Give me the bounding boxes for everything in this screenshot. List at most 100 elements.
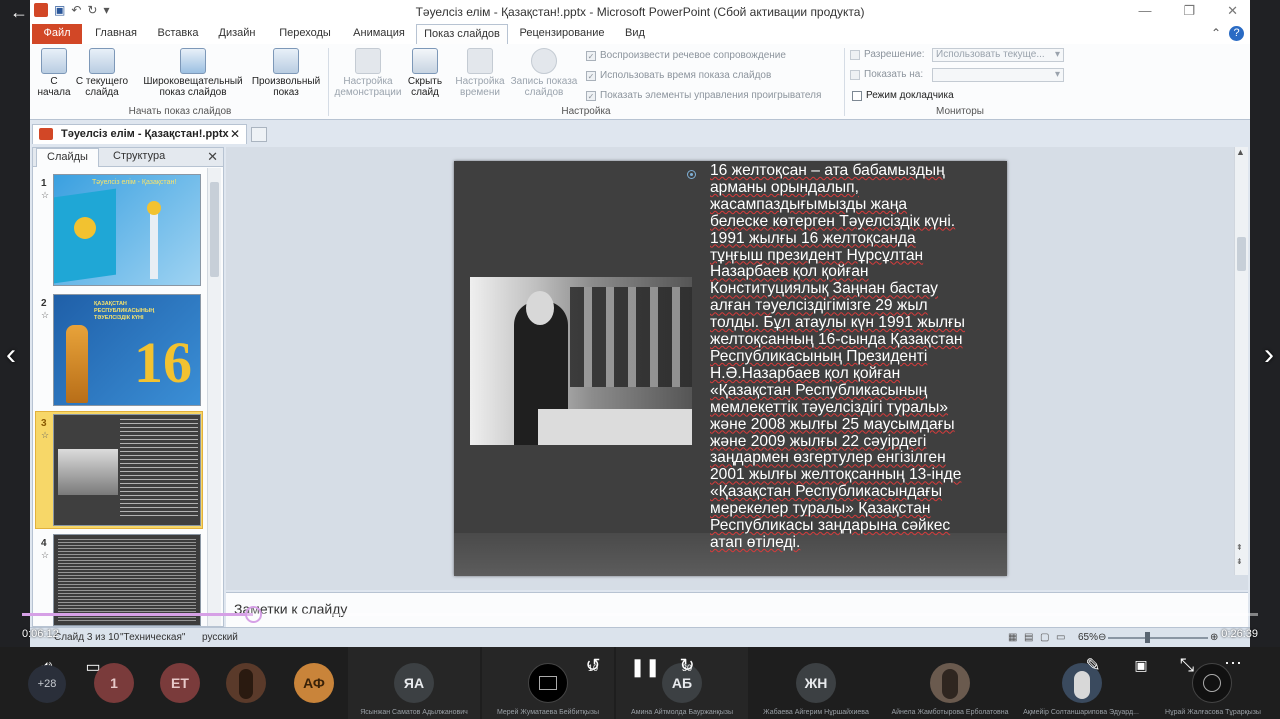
resolution-label-row: Разрешение: bbox=[850, 49, 925, 60]
participant-count-badge[interactable]: +28 bbox=[28, 665, 66, 703]
tab-slides[interactable]: Слайды bbox=[36, 148, 99, 167]
scrollbar-thumb[interactable] bbox=[1237, 237, 1246, 271]
tab-animations[interactable]: Анимация bbox=[346, 24, 412, 44]
rehearse-timings-icon bbox=[467, 48, 493, 74]
video-progress-bar[interactable] bbox=[22, 606, 1258, 623]
tab-review[interactable]: Рецензирование bbox=[514, 24, 610, 44]
participant-avatar[interactable]: ЕТ bbox=[160, 663, 200, 703]
tab-home[interactable]: Главная bbox=[88, 24, 144, 44]
new-document-tab-icon[interactable] bbox=[251, 127, 267, 142]
hide-slide-button[interactable]: Скрыть слайд bbox=[404, 48, 446, 98]
thumb-text-block bbox=[58, 539, 196, 623]
participant-tile[interactable]: Нұрай Жалғасова Тұрарқызы bbox=[1146, 647, 1280, 719]
theme-name: "Техническая" bbox=[120, 632, 186, 643]
slide-text-line: желтоқсанның 16-сында Қазақстан bbox=[710, 331, 963, 349]
video-progress-handle[interactable] bbox=[245, 606, 263, 623]
slide-thumbnail-1[interactable]: Тәуелсіз елім - Қазақстан! bbox=[53, 174, 201, 286]
setup-show-button[interactable]: Настройка демонстрации bbox=[332, 48, 404, 98]
setup-show-icon bbox=[355, 48, 381, 74]
zoom-level[interactable]: 65% bbox=[1078, 632, 1098, 643]
custom-show-button[interactable]: Произвольный показ bbox=[248, 48, 324, 98]
from-current-slide-button[interactable]: С текущего слайда bbox=[74, 48, 130, 98]
zoom-slider[interactable] bbox=[1108, 637, 1208, 639]
skip-back-button[interactable]: ↺ 10 bbox=[580, 655, 606, 676]
play-narrations-checkbox[interactable]: ✓ Воспроизвести речевое сопровождение bbox=[586, 50, 786, 61]
collapse-ribbon-icon[interactable]: ⌃ bbox=[1211, 26, 1221, 41]
zoom-in-icon[interactable]: ⊕ bbox=[1210, 632, 1218, 643]
slides-pane-scrollbar[interactable] bbox=[207, 168, 221, 626]
record-slide-show-label: Запись показа слайдов bbox=[510, 76, 578, 98]
broadcast-icon bbox=[180, 48, 206, 74]
next-slide-icon[interactable]: ⇟ bbox=[1236, 557, 1243, 566]
record-slide-show-button[interactable]: Запись показа слайдов bbox=[508, 48, 580, 98]
powerpoint-window: ▣ ↶ ↻ ▾ Тәуелсіз елім - Қазақстан!.pptx … bbox=[30, 0, 1250, 647]
captions-icon[interactable]: ▣ bbox=[1130, 657, 1152, 674]
slide-body-text[interactable]: 16 желтоқсан – ата бабамыздың арманы оры… bbox=[710, 162, 1006, 552]
participant-tile[interactable]: ЯА Ясынжан Саматов Адылжанович bbox=[348, 647, 480, 719]
play-from-start-icon bbox=[41, 48, 67, 74]
broadcast-slide-show-button[interactable]: Широковещательный показ слайдов bbox=[138, 48, 248, 98]
tab-slide-show[interactable]: Показ слайдов bbox=[416, 24, 508, 44]
tab-file[interactable]: Файл bbox=[32, 24, 82, 44]
language-indicator[interactable]: русский bbox=[202, 632, 238, 643]
close-tab-icon[interactable]: ✕ bbox=[230, 127, 240, 141]
title-bar: ▣ ↶ ↻ ▾ Тәуелсіз елім - Қазақстан!.pptx … bbox=[30, 0, 1250, 24]
current-slide[interactable]: 16 желтоқсан – ата бабамыздың арманы оры… bbox=[454, 161, 1007, 576]
presenter-view-checkbox[interactable]: Режим докладчика bbox=[852, 90, 954, 101]
more-options-icon[interactable]: ⋯ bbox=[1222, 653, 1244, 674]
tab-design[interactable]: Дизайн bbox=[214, 24, 260, 44]
document-tab[interactable]: Тәуелсіз елім - Қазақстан!.pptx ✕ bbox=[32, 124, 247, 144]
use-timings-checkbox[interactable]: ✓ Использовать время показа слайдов bbox=[586, 70, 771, 81]
skip-forward-button[interactable]: ↻ 30 bbox=[674, 655, 700, 676]
tab-insert[interactable]: Вставка bbox=[152, 24, 204, 44]
reading-view-icon[interactable]: ▢ bbox=[1040, 632, 1049, 643]
prev-slide-icon[interactable]: ⇞ bbox=[1236, 543, 1243, 552]
participant-tile[interactable]: Ақмейір Солтаншарипова Эдуард... bbox=[1018, 647, 1144, 719]
skip-back-seconds: 10 bbox=[587, 663, 598, 673]
zoom-slider-handle[interactable] bbox=[1145, 632, 1150, 643]
show-on-dropdown[interactable]: ▾ bbox=[932, 68, 1064, 82]
close-pane-icon[interactable]: ✕ bbox=[207, 149, 218, 165]
participant-tile[interactable]: ЖН Жабаева Айгерим Нұршайхиева bbox=[750, 647, 882, 719]
normal-view-icon[interactable]: ▦ bbox=[1008, 632, 1017, 643]
participant-avatar[interactable]: АФ bbox=[294, 663, 334, 703]
ribbon-tabs: Файл Главная Вставка Дизайн Переходы Ани… bbox=[30, 24, 1250, 44]
chevron-up-icon[interactable]: ▲ bbox=[1236, 147, 1245, 157]
back-arrow-icon[interactable]: ← bbox=[10, 2, 28, 23]
pause-button[interactable]: ❚❚ bbox=[630, 657, 660, 678]
help-icon[interactable]: ? bbox=[1229, 26, 1244, 41]
slide-editor-scrollbar[interactable]: ▲ ⇞ ⇟ bbox=[1234, 147, 1248, 575]
from-beginning-button[interactable]: С начала bbox=[34, 48, 74, 98]
scrollbar-thumb[interactable] bbox=[210, 182, 219, 277]
slides-pane-tabs: Слайды Структура ✕ bbox=[33, 148, 223, 167]
rehearse-timings-button[interactable]: Настройка времени bbox=[450, 48, 510, 98]
resolution-dropdown[interactable]: Использовать текуще... ▾ bbox=[932, 48, 1064, 62]
participant-avatar[interactable]: 1 bbox=[94, 663, 134, 703]
minimize-screen-icon[interactable]: ⤡ bbox=[1176, 655, 1198, 676]
slide-thumbnail-3[interactable] bbox=[53, 414, 201, 526]
participant-photo-avatar[interactable] bbox=[226, 663, 266, 703]
thumb-photo bbox=[58, 449, 118, 495]
slide-text-line: толды. Бұл атаулы күн 1991 жылғы bbox=[710, 314, 965, 332]
tab-outline[interactable]: Структура bbox=[103, 148, 175, 167]
tab-transitions[interactable]: Переходы bbox=[274, 24, 336, 44]
previous-arrow-icon[interactable]: ‹ bbox=[6, 340, 16, 370]
tab-view[interactable]: Вид bbox=[618, 24, 652, 44]
slide-thumbnail-2[interactable]: ҚАЗАҚСТАН РЕСПУБЛИКАСЫНЫҢ ТӘУЕЛСІЗДІК КҮ… bbox=[53, 294, 201, 406]
restore-icon[interactable]: ❐ bbox=[1183, 3, 1195, 19]
participant-name: Мерей Жуматаева Бейбитқызы bbox=[496, 709, 600, 716]
next-arrow-icon[interactable]: › bbox=[1264, 340, 1274, 370]
notes-pane[interactable]: Заметки к слайду bbox=[226, 592, 1248, 627]
setup-show-label: Настройка демонстрации bbox=[334, 76, 402, 98]
minimize-icon[interactable]: — bbox=[1138, 3, 1151, 19]
slide-show-view-icon[interactable]: ▭ bbox=[1056, 632, 1065, 643]
participant-tile[interactable]: Айнела Жамботырова Ерболатовна bbox=[884, 647, 1016, 719]
custom-show-icon bbox=[273, 48, 299, 74]
show-media-controls-checkbox[interactable]: ✓ Показать элементы управления проигрыва… bbox=[586, 90, 821, 101]
slide-counter: Слайд 3 из 10 bbox=[54, 632, 120, 643]
pen-icon[interactable]: ✎ bbox=[1082, 655, 1104, 676]
close-icon[interactable]: ✕ bbox=[1227, 3, 1238, 19]
slide-sorter-icon[interactable]: ▤ bbox=[1024, 632, 1033, 643]
window-controls: — ❐ ✕ bbox=[1138, 3, 1238, 19]
zoom-out-icon[interactable]: ⊖ bbox=[1098, 632, 1106, 643]
